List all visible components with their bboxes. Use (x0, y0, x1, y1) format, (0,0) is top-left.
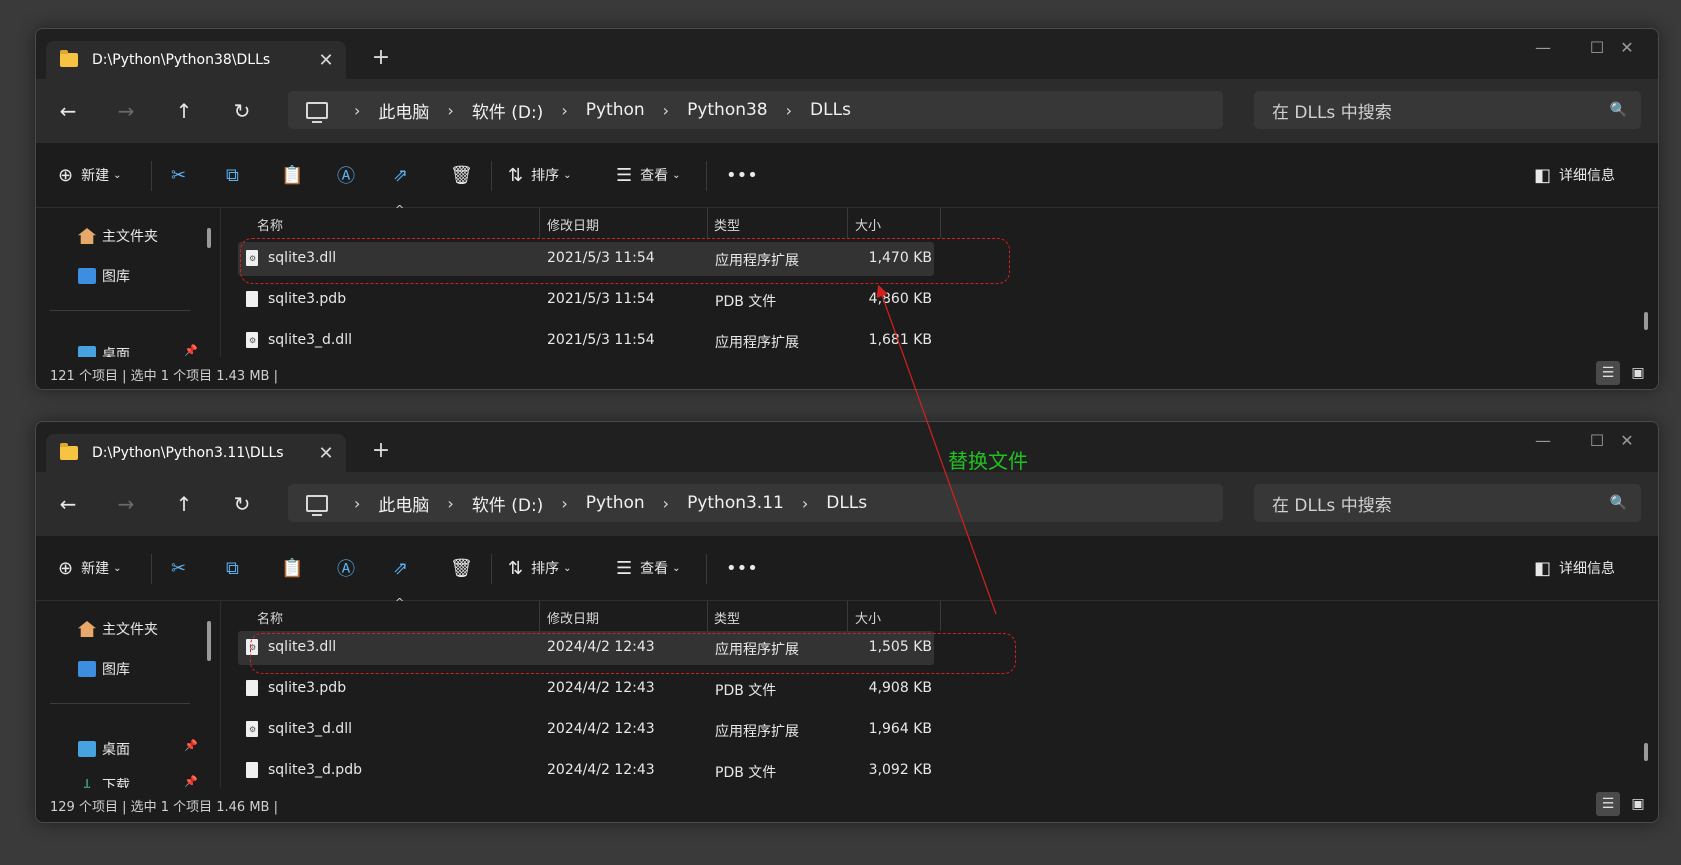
annotation-label: 替换文件 (948, 449, 1028, 473)
annotation-arrow (876, 284, 997, 615)
